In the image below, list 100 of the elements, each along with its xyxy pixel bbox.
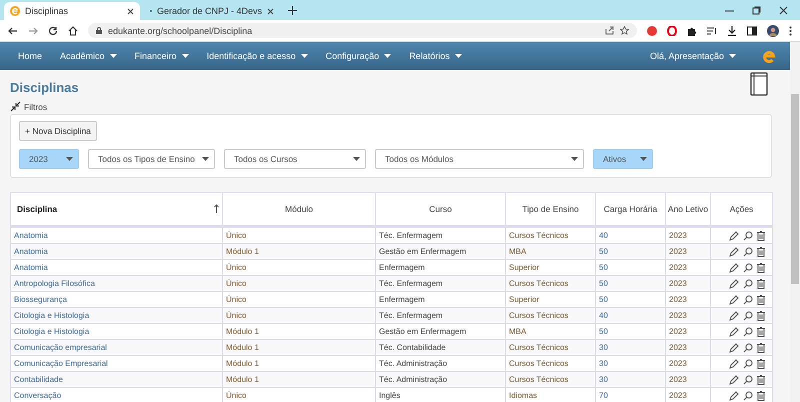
menu-icon[interactable] [789,26,792,36]
table-cell: Téc. Contabilidade [376,340,506,356]
book-icon[interactable] [750,72,768,96]
download-icon[interactable] [727,26,737,36]
trash-icon[interactable] [757,310,765,320]
filter-dropdown[interactable]: Todos os Cursos [224,149,366,169]
playlist-icon[interactable] [707,26,717,36]
close-icon[interactable] [127,8,134,14]
caret-icon [66,157,73,161]
table-cell: Téc. Administração [376,372,506,388]
search-icon[interactable] [743,262,753,272]
user-menu[interactable]: Olá, Apresentação [650,51,736,61]
search-icon[interactable] [743,342,753,352]
table-cell[interactable]: Anatomia [10,244,222,260]
trash-icon[interactable] [757,230,765,240]
caret-icon [110,54,117,58]
search-icon[interactable] [743,310,753,320]
search-icon[interactable] [743,230,753,240]
tab-title: Disciplinas [25,6,70,16]
column-header: Ano Letivo [666,192,710,226]
restore-icon[interactable] [752,6,761,14]
search-icon[interactable] [743,294,753,304]
close-icon[interactable] [779,6,788,14]
table-cell: Módulo 1 [222,244,376,260]
table-cell: Cursos Técnicos [506,276,596,292]
tab-title: Gerador de CNPJ - 4Devs [156,6,262,16]
caret-icon [202,157,209,161]
table-cell: Téc. Enfermagem [376,276,506,292]
table-cell[interactable]: Antropologia Filosófica [10,276,222,292]
column-header[interactable]: Disciplina [10,192,222,226]
avatar-icon[interactable] [767,24,779,36]
filter-dropdown[interactable]: Ativos [593,149,653,169]
filter-dropdown[interactable]: Todos os Tipos de Ensino [88,149,215,169]
forward-icon[interactable] [28,26,38,36]
trash-icon[interactable] [757,374,765,384]
trash-icon[interactable] [757,326,765,336]
collapse-icon[interactable] [10,101,21,112]
nav-menu-item[interactable]: Relatórios [409,51,462,61]
filter-dropdown[interactable]: 2023 [19,149,79,169]
back-icon[interactable] [8,26,18,36]
trash-icon[interactable] [757,390,765,400]
sort-arrow-icon [214,204,219,213]
nav-menu-item[interactable]: Financeiro [134,51,189,61]
table-cell[interactable]: Conversação [10,388,222,402]
search-icon[interactable] [743,374,753,384]
column-header: Curso [376,192,506,226]
close-icon[interactable] [267,8,274,14]
add-tab-icon[interactable] [288,6,297,14]
page-title: Disciplinas [10,80,79,95]
trash-icon[interactable] [757,342,765,352]
lock-icon [96,27,102,34]
trash-icon[interactable] [757,262,765,272]
caret-icon [353,157,360,161]
nav-menu-item[interactable]: Home [18,51,42,61]
nav-menu-item[interactable]: Configuração [326,51,392,61]
table-cell: 2023 [666,372,710,388]
table-cell: 30 [596,340,666,356]
search-icon[interactable] [743,390,753,400]
side-panel-icon[interactable] [747,26,757,36]
table-cell[interactable]: Comunicação empresarial [10,340,222,356]
trash-icon[interactable] [757,358,765,368]
table-cell[interactable]: Contabilidade [10,372,222,388]
trash-icon[interactable] [757,294,765,304]
search-icon[interactable] [743,326,753,336]
new-subject-button[interactable]: + Nova Disciplina [19,121,97,141]
caret-icon [640,157,647,161]
trash-icon[interactable] [757,246,765,256]
table-cell: Único [222,308,376,324]
caret-icon [454,54,462,58]
table-cell: Cursos Técnicos [506,340,596,356]
share-icon[interactable] [605,26,614,35]
search-icon[interactable] [743,278,753,288]
table-cell: Cursos Técnicos [506,372,596,388]
caret-icon [384,54,392,58]
search-icon[interactable] [743,358,753,368]
star-icon[interactable] [620,26,629,35]
search-icon[interactable] [743,246,753,256]
address-bar[interactable]: edukante.org/schoolpanel/Disciplina [88,23,637,38]
caret-icon [182,54,189,58]
home-icon[interactable] [68,26,78,36]
table-cell: 2023 [666,308,710,324]
table-cell: 2023 [666,340,710,356]
browser-tab[interactable]: Gerador de CNPJ - 4Devs [144,2,280,20]
filter-dropdown[interactable]: Todos os Módulos [375,149,584,169]
reload-icon[interactable] [48,26,58,36]
caret-icon [300,54,308,58]
table-cell: 50 [596,276,666,292]
filters-toggle[interactable]: Filtros [24,102,48,112]
nav-menu-item[interactable]: Acadêmico [60,51,117,61]
trash-icon[interactable] [757,278,765,288]
caret-icon [571,157,578,161]
puzzle-icon[interactable] [687,26,697,36]
table-cell[interactable]: Citologia e Histologia [10,308,222,324]
scrollbar-thumb[interactable] [791,94,799,284]
browser-tab[interactable]: Disciplinas [4,2,140,20]
column-header: Ações [710,192,772,226]
column-header: Módulo [222,192,376,226]
nav-menu-item[interactable]: Identificação e acesso [206,51,308,61]
table-cell: MBA [506,244,596,260]
column-header: Carga Horária [596,192,666,226]
